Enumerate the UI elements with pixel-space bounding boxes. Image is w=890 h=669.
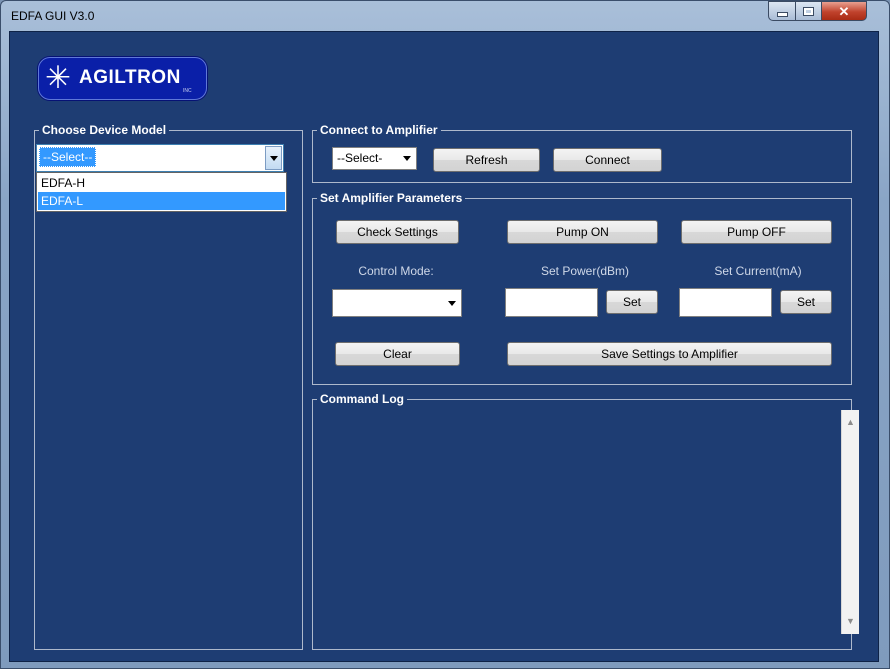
command-log-scrollbar[interactable]: ▲ ▼: [841, 410, 859, 634]
check-settings-button[interactable]: Check Settings: [336, 220, 459, 244]
pump-off-button[interactable]: Pump OFF: [681, 220, 832, 244]
dropdown-arrow-icon[interactable]: [265, 146, 282, 170]
command-log-label: Command Log: [317, 391, 407, 407]
set-current-button[interactable]: Set: [780, 290, 832, 314]
command-log-text[interactable]: [318, 412, 843, 642]
scroll-down-icon[interactable]: ▼: [842, 613, 859, 630]
connect-button[interactable]: Connect: [553, 148, 662, 172]
minimize-button[interactable]: [768, 1, 796, 21]
clear-button[interactable]: Clear: [335, 342, 460, 366]
device-model-select[interactable]: --Select--: [36, 144, 284, 172]
app-window: EDFA GUI V3.0 ✕ ✳ AGILTRON INC Choose De…: [0, 0, 890, 669]
device-model-value: --Select--: [39, 147, 97, 167]
pump-on-button[interactable]: Pump ON: [507, 220, 658, 244]
amplifier-params-label: Set Amplifier Parameters: [317, 190, 466, 206]
set-power-button[interactable]: Set: [606, 290, 658, 314]
close-icon: ✕: [838, 3, 850, 19]
set-power-input[interactable]: [505, 288, 598, 317]
save-settings-button[interactable]: Save Settings to Amplifier: [507, 342, 832, 366]
agiltron-logo: ✳ AGILTRON INC: [38, 57, 207, 100]
dropdown-option[interactable]: EDFA-L: [38, 192, 285, 210]
device-model-label: Choose Device Model: [39, 122, 170, 138]
control-mode-select[interactable]: [332, 289, 462, 317]
maximize-button[interactable]: [795, 1, 822, 21]
minimize-icon: [776, 11, 788, 17]
device-model-dropdown-list: EDFA-H EDFA-L: [36, 172, 287, 212]
dropdown-arrow-icon: [448, 301, 456, 306]
close-button[interactable]: ✕: [821, 1, 867, 21]
dropdown-arrow-icon: [403, 156, 411, 161]
maximize-icon: [803, 6, 814, 16]
main-panel: ✳ AGILTRON INC Choose Device Model Conne…: [9, 31, 879, 662]
control-mode-label: Control Mode:: [358, 264, 434, 278]
set-power-label: Set Power(dBm): [540, 264, 630, 278]
refresh-button[interactable]: Refresh: [433, 148, 540, 172]
set-current-input[interactable]: [679, 288, 772, 317]
window-title: EDFA GUI V3.0: [11, 9, 95, 23]
dropdown-option[interactable]: EDFA-H: [38, 174, 285, 192]
connect-label: Connect to Amplifier: [317, 122, 441, 138]
logo-text: AGILTRON: [79, 67, 181, 88]
port-select-value: --Select-: [337, 151, 383, 165]
logo-inc: INC: [183, 88, 192, 94]
title-bar[interactable]: EDFA GUI V3.0 ✕: [1, 1, 889, 31]
scroll-up-icon[interactable]: ▲: [842, 414, 859, 431]
set-current-label: Set Current(mA): [714, 264, 802, 278]
star-icon: ✳: [45, 60, 71, 95]
port-select[interactable]: --Select-: [332, 147, 417, 170]
